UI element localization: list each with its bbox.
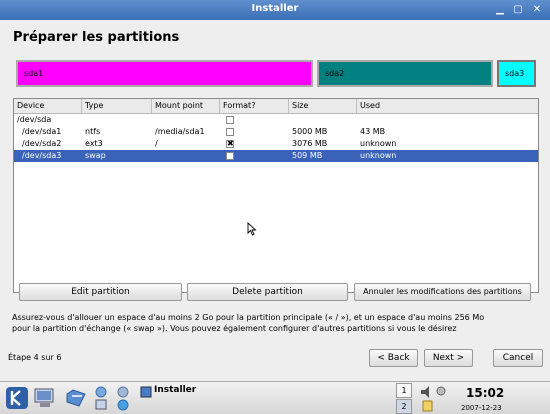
desktop-2-button[interactable]: 2 (396, 399, 412, 414)
cell-type: swap (85, 151, 106, 160)
mouse-cursor-icon (247, 222, 257, 236)
installer-icon (140, 386, 152, 398)
window-title: Installer (251, 3, 299, 14)
search-icon[interactable] (117, 386, 129, 398)
column-header-used[interactable]: Used (357, 99, 538, 113)
cell-size: 5000 MB (292, 127, 328, 136)
installer-window: Préparer les partitions sda1 sda2 sda3 D… (0, 20, 550, 381)
column-header-mount[interactable]: Mount point (152, 99, 220, 113)
table-row[interactable]: /dev/sda (14, 114, 538, 126)
step-indicator: Étape 4 sur 6 (8, 353, 62, 362)
close-icon[interactable]: ✕ (530, 3, 544, 16)
cancel-button[interactable]: Cancel (493, 349, 543, 367)
cell-used: unknown (360, 151, 397, 160)
partition-bar-sda3[interactable]: sda3 (497, 60, 536, 87)
table-row[interactable]: /dev/sda1 ntfs /media/sda1 5000 MB 43 MB (14, 126, 538, 138)
clock-date: 2007-12-23 (461, 404, 502, 412)
task-label: Installer (154, 385, 197, 395)
cell-mount: / (155, 139, 158, 148)
cell-used: 43 MB (360, 127, 386, 136)
info-line: pour la partition d'échange (« swap »). … (12, 324, 457, 333)
settings-icon[interactable] (95, 399, 107, 410)
kde-menu-icon[interactable] (5, 386, 29, 410)
cell-device: /dev/sda2 (22, 139, 62, 148)
clock-time[interactable]: 15:02 (466, 386, 504, 400)
taskbar-task-installer[interactable]: Installer (140, 384, 390, 410)
column-header-type[interactable]: Type (82, 99, 152, 113)
table-row[interactable]: /dev/sda2 ext3 / ✖ 3076 MB unknown (14, 138, 538, 150)
format-checkbox[interactable] (226, 152, 234, 160)
cell-type: ext3 (85, 139, 103, 148)
info-text: Assurez-vous d'allouer un espace d'au mo… (12, 312, 532, 334)
page-title: Préparer les partitions (13, 30, 180, 45)
window-titlebar: Installer ▁ ▢ ✕ (0, 0, 550, 20)
system-tray (421, 386, 446, 412)
partition-bar-sda2[interactable]: sda2 (317, 60, 493, 87)
cell-type: ntfs (85, 127, 101, 136)
back-button[interactable]: < Back (369, 349, 418, 367)
next-button[interactable]: Next > (424, 349, 473, 367)
quick-launch-group (95, 386, 129, 411)
info-line: Assurez-vous d'allouer un espace d'au mo… (12, 313, 485, 322)
desktop-1-button[interactable]: 1 (396, 383, 412, 398)
partition-table[interactable]: Device Type Mount point Format? Size Use… (13, 98, 539, 293)
computer-icon[interactable] (33, 387, 57, 409)
column-header-format[interactable]: Format? (220, 99, 289, 113)
cell-mount: /media/sda1 (155, 127, 205, 136)
undo-partition-changes-button[interactable]: Annuler les modifications des partitions (354, 283, 531, 301)
clipboard-icon[interactable] (422, 400, 433, 412)
volume-icon[interactable] (421, 386, 429, 398)
file-manager-icon[interactable] (64, 386, 88, 410)
partition-label: sda1 (24, 69, 44, 78)
cell-device: /dev/sda3 (22, 151, 62, 160)
cell-used: unknown (360, 139, 397, 148)
column-header-device[interactable]: Device (14, 99, 82, 113)
partition-label: sda3 (505, 69, 525, 78)
edit-partition-button[interactable]: Edit partition (19, 283, 182, 301)
format-checkbox-checked[interactable]: ✖ (226, 140, 234, 148)
minimize-icon[interactable]: ▁ (493, 3, 507, 16)
table-row-selected[interactable]: /dev/sda3 swap 509 MB unknown (14, 150, 538, 162)
column-header-size[interactable]: Size (289, 99, 357, 113)
delete-partition-button[interactable]: Delete partition (187, 283, 348, 301)
format-checkbox[interactable] (226, 128, 234, 136)
network-icon[interactable] (117, 399, 129, 411)
cell-device: /dev/sda (17, 115, 52, 124)
format-checkbox[interactable] (226, 116, 234, 124)
network-status-icon[interactable] (436, 386, 446, 396)
cell-size: 509 MB (292, 151, 323, 160)
taskbar: Installer 1 2 15:02 2007-12-23 (0, 381, 550, 414)
partition-label: sda2 (325, 69, 345, 78)
partition-bar-sda1[interactable]: sda1 (16, 60, 313, 87)
table-header: Device Type Mount point Format? Size Use… (14, 99, 538, 114)
globe-icon[interactable] (95, 386, 107, 398)
cell-device: /dev/sda1 (22, 127, 62, 136)
maximize-icon[interactable]: ▢ (511, 3, 525, 16)
cell-size: 3076 MB (292, 139, 328, 148)
